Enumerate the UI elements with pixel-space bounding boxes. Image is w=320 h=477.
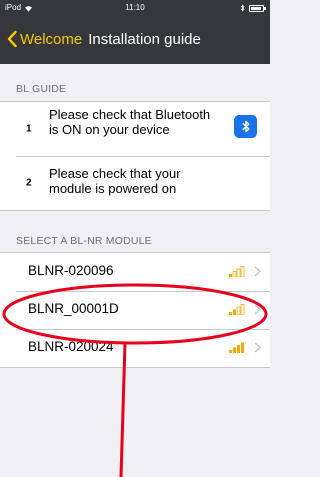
page-title: Installation guide xyxy=(88,30,201,48)
module-name: BLNR-020096 xyxy=(28,263,114,278)
guide-step-2: 2 Please check that your module is power… xyxy=(0,156,270,210)
status-time: 11:10 xyxy=(125,3,145,12)
guide-step-text: Please check that Bluetooth is ON on you… xyxy=(49,107,211,137)
status-bar: iPod 11:10 xyxy=(0,0,270,16)
back-button-label: Welcome xyxy=(20,30,83,48)
chevron-right-icon xyxy=(254,342,261,353)
bluetooth-status-icon xyxy=(240,4,245,12)
guide-list: 1 Please check that Bluetooth is ON on y… xyxy=(0,101,270,211)
guide-section-header: BL GUIDE xyxy=(16,83,67,95)
back-button[interactable]: Welcome xyxy=(6,30,82,48)
module-row[interactable]: BLNR-020096 xyxy=(0,253,270,291)
module-list: BLNR-020096 BLNR_00001D BLNR-020024 xyxy=(0,252,270,368)
signal-strength-icon xyxy=(229,342,244,353)
module-row[interactable]: BLNR-020024 xyxy=(0,329,270,367)
guide-step-number: 2 xyxy=(26,177,32,189)
module-name: BLNR_00001D xyxy=(28,301,119,316)
signal-strength-icon xyxy=(229,304,245,315)
module-row[interactable]: BLNR_00001D xyxy=(0,291,270,329)
guide-step-number: 1 xyxy=(26,123,32,135)
battery-icon xyxy=(249,4,266,12)
chevron-right-icon xyxy=(254,266,261,277)
modules-section-header: SELECT A BL-NR MODULE xyxy=(16,235,152,247)
navigation-bar: iPod 11:10 Welcome Installation guide xyxy=(0,0,270,64)
guide-step-1: 1 Please check that Bluetooth is ON on y… xyxy=(0,102,270,156)
module-name: BLNR-020024 xyxy=(28,339,114,354)
guide-step-text: Please check that your module is powered… xyxy=(49,166,181,196)
bluetooth-icon xyxy=(234,115,257,138)
chevron-left-icon xyxy=(7,30,17,48)
chevron-right-icon xyxy=(254,304,261,315)
signal-strength-icon xyxy=(229,266,245,277)
